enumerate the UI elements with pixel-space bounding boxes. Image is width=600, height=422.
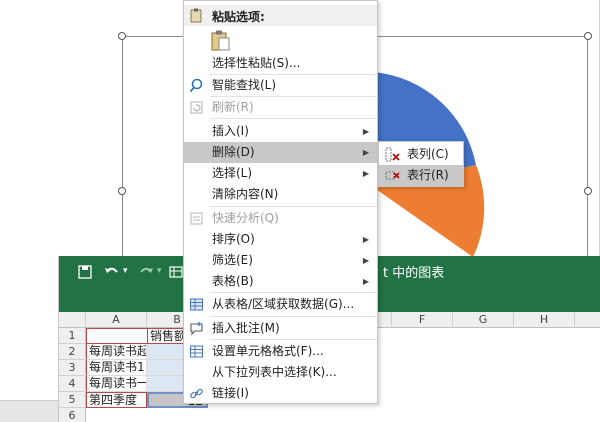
cell-a1[interactable]	[86, 328, 147, 344]
menu-item-filter[interactable]: 筛选(E) ▶	[184, 250, 377, 271]
menu-item-pick-from-dropdown[interactable]: 从下拉列表中选择(K)...	[184, 362, 377, 383]
link-icon	[190, 388, 203, 399]
delete-submenu: 表列(C) 表行(R)	[378, 141, 464, 187]
menu-item-sort[interactable]: 排序(O) ▶	[184, 229, 377, 250]
menu-separator	[210, 292, 377, 293]
submenu-arrow-icon: ▶	[362, 256, 369, 265]
paste-options-header: 粘贴选项:	[184, 5, 377, 26]
delete-column-icon	[385, 147, 400, 162]
submenu-item-delete-table-columns[interactable]: 表列(C)	[379, 144, 463, 165]
row-header-5[interactable]: 5	[59, 392, 86, 408]
column-header-a[interactable]: A	[86, 312, 147, 328]
save-icon[interactable]	[77, 262, 93, 282]
menu-item-select[interactable]: 选择(L) ▶	[184, 163, 377, 184]
undo-icon[interactable]	[103, 262, 121, 282]
submenu-arrow-icon: ▶	[362, 148, 369, 157]
format-cells-icon	[190, 345, 203, 358]
menu-item-quick-analysis: 快速分析(Q)	[184, 208, 377, 229]
cell-a5[interactable]: 第四季度	[86, 392, 147, 408]
menu-item-link[interactable]: 链接(I)	[184, 383, 377, 404]
menu-separator	[210, 206, 377, 207]
comment-icon	[190, 322, 203, 336]
menu-item-insert[interactable]: 插入(I) ▶	[184, 121, 377, 142]
menu-item-delete[interactable]: 删除(D) ▶	[184, 142, 377, 163]
quick-analysis-icon	[190, 212, 203, 225]
menu-item-get-data-from-table[interactable]: 从表格/区域获取数据(G)...	[184, 294, 377, 315]
menu-separator	[210, 118, 377, 119]
column-header-h[interactable]: H	[514, 312, 575, 328]
column-header-i[interactable]	[575, 312, 600, 328]
row-header-1[interactable]: 1	[59, 328, 86, 344]
row-header-3[interactable]: 3	[59, 360, 86, 376]
submenu-arrow-icon: ▶	[362, 235, 369, 244]
submenu-arrow-icon: ▶	[362, 169, 369, 178]
paste-keep-formatting-icon[interactable]	[210, 29, 232, 51]
table-data-icon	[190, 298, 203, 311]
menu-item-insert-comment[interactable]: 插入批注(M)	[184, 318, 377, 339]
redo-icon[interactable]	[137, 262, 155, 282]
menu-item-paste-special[interactable]: 选择性粘贴(S)...	[184, 53, 377, 74]
menu-separator	[210, 339, 377, 340]
menu-item-refresh: 刷新(R)	[184, 97, 377, 118]
resize-handle-top-left[interactable]	[118, 32, 126, 40]
submenu-arrow-icon: ▶	[362, 127, 369, 136]
cell-a3[interactable]: 每周读书1	[86, 360, 147, 376]
menu-item-clear-contents[interactable]: 清除内容(N)	[184, 184, 377, 205]
submenu-item-delete-table-rows[interactable]: 表行(R)	[379, 165, 463, 186]
row-header-6[interactable]: 6	[59, 408, 86, 422]
menu-item-smart-lookup[interactable]: 智能查找(L)	[184, 75, 377, 96]
row-header-4[interactable]: 4	[59, 376, 86, 392]
context-menu: 粘贴选项: 选择性粘贴(S)... 智能查找(L) 刷新(R) 插入(I) ▶ …	[183, 0, 378, 404]
search-icon	[189, 78, 203, 93]
menu-separator	[210, 316, 377, 317]
cell-a2[interactable]: 每周读书起	[86, 344, 147, 360]
submenu-arrow-icon: ▶	[362, 277, 369, 286]
refresh-icon	[190, 101, 203, 114]
column-header-f[interactable]: F	[392, 312, 453, 328]
excel-window-title: t 中的图表	[383, 266, 445, 281]
select-all-corner[interactable]	[59, 312, 86, 328]
menu-item-format-cells[interactable]: 设置单元格格式(F)...	[184, 341, 377, 362]
redo-dropdown-icon[interactable]: ▾	[157, 266, 162, 286]
cell-a4[interactable]: 每周读书一	[86, 376, 147, 392]
resize-handle-right[interactable]	[584, 187, 592, 195]
undo-dropdown-icon[interactable]: ▾	[123, 266, 128, 286]
resize-handle-left[interactable]	[118, 187, 126, 195]
table-icon[interactable]	[169, 262, 183, 282]
paste-icon	[190, 8, 202, 23]
delete-row-icon	[385, 171, 400, 180]
menu-item-table[interactable]: 表格(B) ▶	[184, 271, 377, 292]
row-header-2[interactable]: 2	[59, 344, 86, 360]
resize-handle-top-right[interactable]	[584, 32, 592, 40]
paste-options-label: 粘贴选项:	[212, 10, 265, 24]
column-header-g[interactable]: G	[453, 312, 514, 328]
